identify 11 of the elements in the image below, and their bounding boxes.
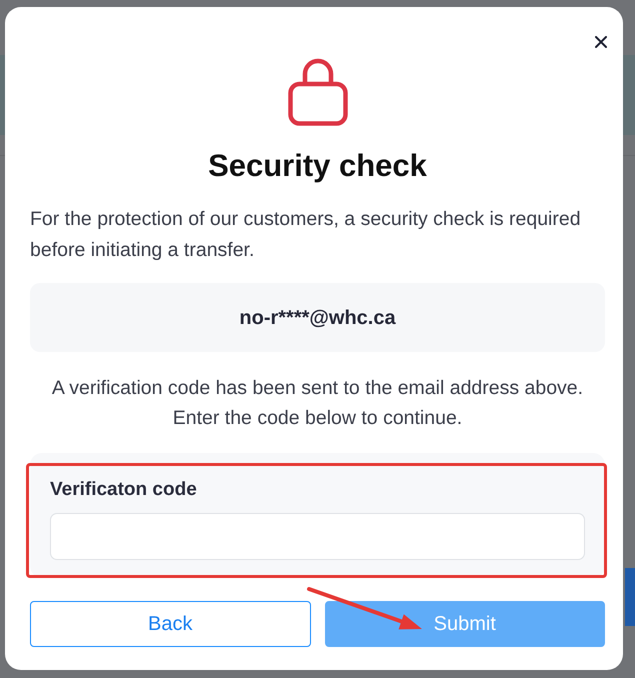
instructions-text: A verification code has been sent to the email address above. Enter the code below to continue.: [50, 376, 584, 431]
back-button[interactable]: Back: [30, 601, 310, 647]
field-label: Verificaton code: [50, 478, 198, 502]
padlock-icon: [288, 57, 348, 126]
close-icon: [595, 36, 607, 48]
dialog-title: Security check: [207, 147, 428, 185]
close-button[interactable]: [592, 33, 610, 51]
verification-code-field[interactable]: [50, 513, 585, 560]
intro-text: For the protection of our customers, a security check is required before initiating a transfer.: [30, 207, 582, 263]
background-bar: [625, 568, 635, 626]
email-display: no-r****@whc.ca: [30, 283, 605, 352]
